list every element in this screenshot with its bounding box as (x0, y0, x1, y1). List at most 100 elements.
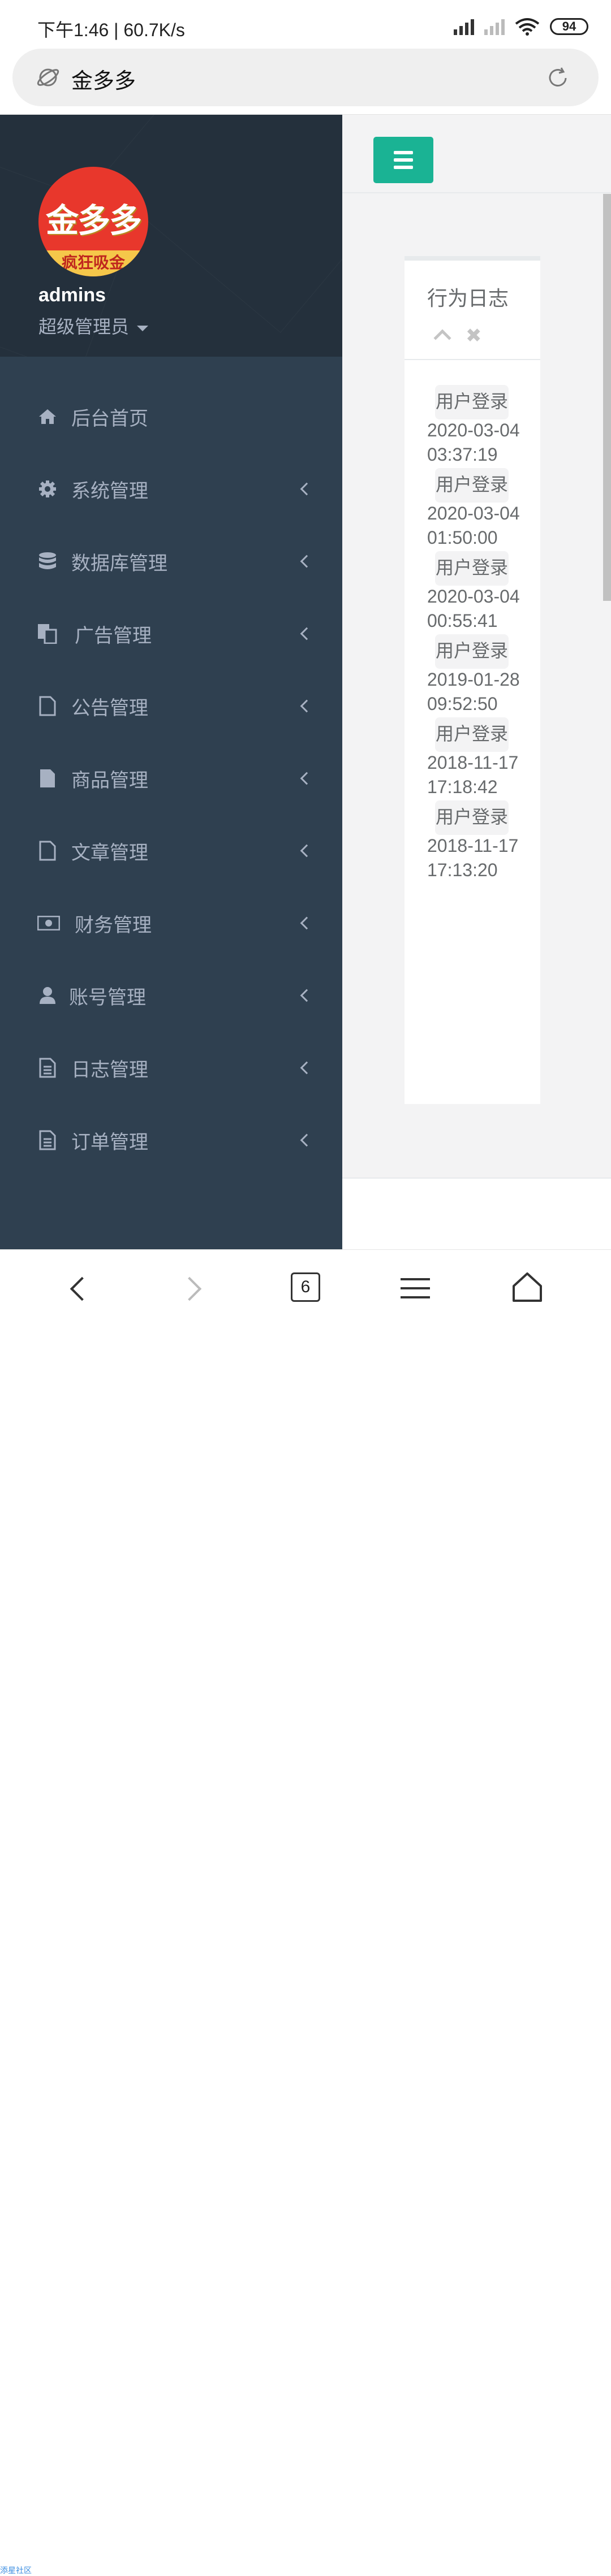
avatar-logo-subtext: 疯狂吸金 (38, 250, 148, 276)
log-list: 用户登录 2020-03-04 03:37:19 用户登录 2020-03-04… (427, 385, 540, 884)
sidebar-item-label: 文章管理 (71, 842, 148, 864)
copy-icon (37, 624, 58, 644)
avatar-logo-text: 金多多 (45, 201, 142, 240)
sidebar-item-home[interactable]: 后台首页 (0, 380, 342, 453)
browser-navbar: 6 添星社区 (0, 1249, 611, 2575)
panel-title: 行为日志 (427, 287, 509, 310)
chevron-left-icon (300, 482, 313, 496)
chevron-left-icon (300, 916, 313, 930)
file-outline-icon (37, 696, 58, 716)
chevron-left-icon (300, 989, 313, 1002)
planet-icon (37, 68, 59, 86)
chevron-left-icon (300, 1061, 313, 1075)
reload-icon[interactable] (547, 67, 569, 89)
chevron-left-icon (300, 699, 313, 713)
sidebar-item-system[interactable]: 系统管理 (0, 453, 342, 525)
log-entry: 用户登录 2020-03-04 03:37:19 (427, 385, 540, 468)
chevron-left-icon (300, 555, 313, 568)
log-entry: 用户登录 2018-11-17 17:13:20 (427, 800, 540, 884)
status-time-speed: 下午1:46 | 60.7K/s (37, 20, 185, 40)
database-icon (37, 551, 58, 572)
sidebar-item-accounts[interactable]: 账号管理 (0, 959, 342, 1032)
sidebar-item-orders[interactable]: 订单管理 (0, 1104, 342, 1176)
collapse-icon[interactable] (433, 329, 451, 347)
log-time: 17:18:42 (427, 777, 498, 797)
sidebar-item-goods[interactable]: 商品管理 (0, 742, 342, 815)
log-time: 17:13:20 (427, 860, 498, 880)
sidebar-item-ads[interactable]: 广告管理 (0, 598, 342, 670)
back-icon[interactable] (70, 1276, 94, 1301)
log-entry: 用户登录 2020-03-04 01:50:00 (427, 468, 540, 551)
user-role: 超级管理员 (38, 317, 130, 337)
sidebar-menu: 后台首页 系统管理 数据库管理 广告管理 公告管理 商品管理 文章管理 财务管理… (0, 380, 342, 1176)
menu-icon[interactable] (401, 1278, 430, 1298)
user-icon (37, 985, 58, 1006)
log-date: 2020-03-04 (427, 420, 520, 440)
wifi-icon (515, 18, 540, 36)
sidebar-item-label: 数据库管理 (71, 552, 167, 574)
log-date: 2020-03-04 (427, 503, 520, 523)
gear-icon (37, 479, 58, 499)
sidebar-item-label: 订单管理 (71, 1131, 148, 1153)
log-date: 2018-11-17 (427, 835, 519, 856)
status-bar: 下午1:46 | 60.7K/s 94 (0, 0, 611, 49)
sidebar-item-finance[interactable]: 财务管理 (0, 887, 342, 959)
log-time: 00:55:41 (427, 611, 498, 631)
money-icon (37, 913, 60, 933)
log-action: 用户登录 (435, 551, 509, 586)
watermark: 添星社区 (0, 2566, 32, 2575)
chevron-left-icon (300, 772, 313, 785)
activity-log-panel: 行为日志 ✖ 用户登录 2020-03-04 03:37:19 用户登录 202… (405, 256, 540, 1104)
sidebar-item-label: 商品管理 (71, 769, 148, 791)
sidebar-item-label: 后台首页 (71, 408, 148, 430)
forward-icon[interactable] (177, 1276, 202, 1301)
file-outline-icon (37, 841, 58, 861)
page-title: 金多多 (71, 70, 136, 93)
sidebar-item-notice[interactable]: 公告管理 (0, 670, 342, 742)
home-icon[interactable] (511, 1271, 543, 1303)
log-time: 01:50:00 (427, 527, 498, 548)
panel-tools: ✖ (433, 326, 482, 347)
chevron-left-icon (300, 1133, 313, 1147)
log-date: 2020-03-04 (427, 586, 520, 607)
sidebar-item-label: 系统管理 (71, 480, 148, 502)
sidebar-item-label: 广告管理 (75, 625, 152, 647)
signal-icon (454, 18, 474, 35)
scrollbar[interactable] (603, 194, 611, 601)
menu-toggle-button[interactable] (373, 137, 433, 183)
sidebar-profile: 金多多 疯狂吸金 admins 超级管理员 (0, 115, 342, 357)
signal-2-icon (484, 18, 505, 35)
log-action: 用户登录 (435, 468, 509, 503)
home-icon (37, 406, 58, 427)
sidebar-item-logs[interactable]: 日志管理 (0, 1032, 342, 1104)
battery-icon: 94 (550, 18, 588, 35)
log-date: 2019-01-28 (427, 669, 520, 690)
avatar[interactable]: 金多多 疯狂吸金 (38, 167, 148, 276)
sidebar: 金多多 疯狂吸金 admins 超级管理员 后台首页 系统管理 数据库管理 广告… (0, 115, 342, 1249)
log-entry: 用户登录 2020-03-04 00:55:41 (427, 551, 540, 634)
file-icon (37, 768, 58, 789)
sidebar-item-database[interactable]: 数据库管理 (0, 525, 342, 598)
username: admins (38, 284, 106, 306)
sidebar-item-articles[interactable]: 文章管理 (0, 815, 342, 887)
file-text-icon (37, 1130, 58, 1150)
page-footer (342, 1177, 611, 1249)
sidebar-item-label: 公告管理 (71, 697, 148, 719)
chevron-left-icon (300, 627, 313, 640)
log-action: 用户登录 (435, 385, 509, 419)
file-text-icon (37, 1058, 58, 1078)
log-action: 用户登录 (435, 800, 509, 835)
caret-down-icon (137, 325, 149, 331)
chevron-left-icon (300, 844, 313, 858)
close-icon[interactable]: ✖ (466, 326, 482, 345)
log-time: 09:52:50 (427, 694, 498, 714)
user-role-dropdown[interactable]: 超级管理员 (38, 313, 149, 339)
sidebar-item-label: 账号管理 (69, 986, 146, 1008)
address-bar[interactable]: 金多多 (12, 49, 599, 106)
top-toolbar (342, 115, 611, 193)
panel-divider (405, 359, 540, 360)
log-action: 用户登录 (435, 634, 509, 669)
tabs-button[interactable]: 6 (291, 1272, 320, 1302)
log-entry: 用户登录 2018-11-17 17:18:42 (427, 717, 540, 800)
sidebar-item-label: 日志管理 (71, 1059, 148, 1081)
